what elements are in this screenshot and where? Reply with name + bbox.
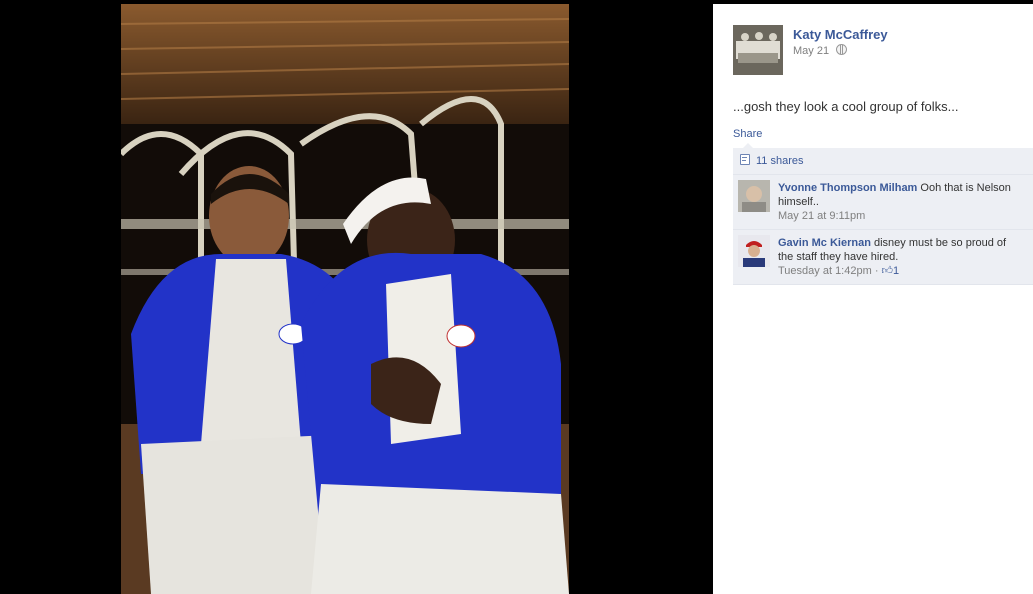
shares-row[interactable]: 11 shares [733, 148, 1033, 175]
author-avatar-image [733, 25, 783, 75]
comment-author[interactable]: Yvonne Thompson Milham [778, 182, 917, 194]
shares-count[interactable]: 11 shares [756, 155, 804, 167]
post-details-panel: Katy McCaffrey May 21 ...gosh they look … [713, 4, 1033, 594]
meta-separator: · [871, 265, 882, 277]
comment-timestamp[interactable]: May 21 at 9:11pm [778, 210, 865, 222]
post-caption: ...gosh they look a cool group of folks.… [733, 99, 959, 114]
post-date[interactable]: May 21 [793, 45, 829, 57]
share-button[interactable]: Share [733, 128, 762, 140]
post-meta: May 21 [793, 44, 848, 57]
shares-icon [740, 154, 750, 165]
commenter-avatar-image [738, 235, 770, 267]
comment-timestamp[interactable]: Tuesday at 1:42pm [778, 265, 872, 277]
commenter-avatar[interactable] [738, 235, 770, 267]
post-photo[interactable] [121, 4, 569, 594]
commenter-avatar-image [738, 180, 770, 212]
comment-item: Gavin Mc Kiernan disney must be so proud… [733, 230, 1033, 285]
author-avatar[interactable] [733, 25, 783, 75]
thumbs-up-icon[interactable]: 👍︎ [882, 264, 894, 278]
feedback-pointer [743, 143, 753, 148]
photo-illustration [121, 4, 569, 594]
commenter-avatar[interactable] [738, 180, 770, 212]
comment-like-count[interactable]: 1 [893, 265, 899, 277]
photo-viewer-stage [0, 0, 713, 594]
globe-icon[interactable] [836, 44, 848, 55]
feedback-section: 11 shares Yvonne Thompson Milham Ooh tha… [733, 143, 1033, 285]
post-author-name[interactable]: Katy McCaffrey [793, 27, 888, 42]
comment-author[interactable]: Gavin Mc Kiernan [778, 237, 871, 249]
comment-item: Yvonne Thompson Milham Ooh that is Nelso… [733, 175, 1033, 230]
